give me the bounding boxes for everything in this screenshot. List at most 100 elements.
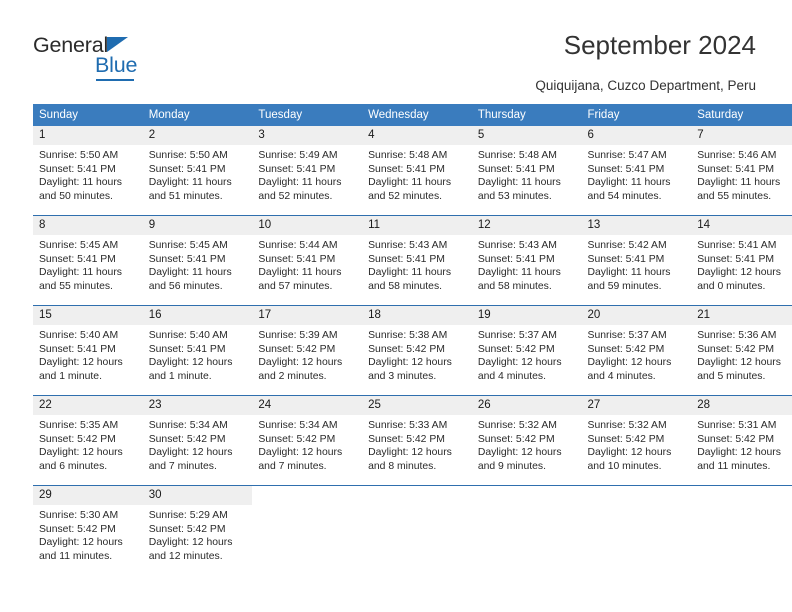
sunrise-text: Sunrise: 5:44 AM: [258, 240, 338, 251]
sunset-text: Sunset: 5:42 PM: [148, 523, 226, 535]
day-cell[interactable]: 24 Sunrise: 5:34 AM Sunset: 5:42 PM Dayl…: [252, 395, 363, 486]
page-subtitle: Quiquijana, Cuzco Department, Peru: [535, 78, 756, 93]
day-details: Sunrise: 5:34 AM Sunset: 5:42 PM Dayligh…: [143, 415, 253, 473]
daylight-text-line2: and 7 minutes.: [148, 460, 217, 472]
day-cell[interactable]: 14 Sunrise: 5:41 AM Sunset: 5:41 PM Dayl…: [691, 215, 792, 306]
day-cell[interactable]: 17 Sunrise: 5:39 AM Sunset: 5:42 PM Dayl…: [252, 305, 363, 396]
triangle-icon: [107, 37, 128, 52]
sunset-text: Sunset: 5:41 PM: [148, 343, 226, 355]
daylight-text-line1: Daylight: 12 hours: [258, 447, 343, 459]
day-details: Sunrise: 5:35 AM Sunset: 5:42 PM Dayligh…: [33, 415, 143, 473]
sunrise-text: Sunrise: 5:29 AM: [148, 510, 228, 521]
sunset-text: Sunset: 5:41 PM: [258, 253, 336, 265]
day-details: Sunrise: 5:36 AM Sunset: 5:42 PM Dayligh…: [691, 325, 792, 383]
sunrise-text: Sunrise: 5:37 AM: [587, 330, 667, 341]
daylight-text-line2: and 1 minute.: [39, 370, 102, 382]
calendar-week-row: 1 Sunrise: 5:50 AM Sunset: 5:41 PM Dayli…: [33, 126, 792, 216]
daylight-text-line2: and 52 minutes.: [368, 190, 443, 202]
day-cell[interactable]: 9 Sunrise: 5:45 AM Sunset: 5:41 PM Dayli…: [142, 215, 253, 306]
day-number: 4: [362, 126, 472, 145]
daylight-text-line2: and 52 minutes.: [258, 190, 333, 202]
daylight-text-line1: Daylight: 11 hours: [477, 177, 561, 189]
day-cell[interactable]: 8 Sunrise: 5:45 AM Sunset: 5:41 PM Dayli…: [33, 215, 143, 306]
sunrise-text: Sunrise: 5:50 AM: [39, 150, 119, 161]
day-number: 19: [471, 306, 582, 325]
day-number: 30: [142, 486, 253, 505]
day-number: 5: [471, 126, 582, 145]
day-cell-empty: [252, 485, 363, 575]
calendar-grid: Sunday Monday Tuesday Wednesday Thursday…: [33, 104, 792, 575]
sunrise-text: Sunrise: 5:33 AM: [368, 420, 448, 431]
day-cell[interactable]: 23 Sunrise: 5:34 AM Sunset: 5:42 PM Dayl…: [142, 395, 253, 486]
sunrise-text: Sunrise: 5:38 AM: [368, 330, 448, 341]
day-cell[interactable]: 30 Sunrise: 5:29 AM Sunset: 5:42 PM Dayl…: [142, 485, 253, 575]
day-cell[interactable]: 25 Sunrise: 5:33 AM Sunset: 5:42 PM Dayl…: [362, 395, 472, 486]
day-number: 28: [691, 396, 792, 415]
day-details: Sunrise: 5:32 AM Sunset: 5:42 PM Dayligh…: [472, 415, 582, 473]
day-cell[interactable]: 1 Sunrise: 5:50 AM Sunset: 5:41 PM Dayli…: [33, 126, 143, 216]
day-number: 18: [362, 306, 472, 325]
day-cell[interactable]: 7 Sunrise: 5:46 AM Sunset: 5:41 PM Dayli…: [691, 126, 792, 216]
sunset-text: Sunset: 5:41 PM: [148, 253, 226, 265]
sunrise-text: Sunrise: 5:41 AM: [697, 240, 777, 251]
day-cell[interactable]: 21 Sunrise: 5:36 AM Sunset: 5:42 PM Dayl…: [691, 305, 792, 396]
day-cell[interactable]: 13 Sunrise: 5:42 AM Sunset: 5:41 PM Dayl…: [581, 215, 692, 306]
day-cell[interactable]: 2 Sunrise: 5:50 AM Sunset: 5:41 PM Dayli…: [142, 126, 253, 216]
day-details: Sunrise: 5:30 AM Sunset: 5:42 PM Dayligh…: [33, 505, 143, 563]
daylight-text-line1: Daylight: 11 hours: [148, 267, 232, 279]
daylight-text-line1: Daylight: 12 hours: [368, 447, 452, 459]
day-cell[interactable]: 3 Sunrise: 5:49 AM Sunset: 5:41 PM Dayli…: [252, 126, 363, 216]
daylight-text-line2: and 55 minutes.: [39, 280, 113, 292]
day-cell[interactable]: 22 Sunrise: 5:35 AM Sunset: 5:42 PM Dayl…: [33, 395, 143, 486]
day-cell[interactable]: 5 Sunrise: 5:48 AM Sunset: 5:41 PM Dayli…: [471, 126, 582, 216]
day-cell[interactable]: 26 Sunrise: 5:32 AM Sunset: 5:42 PM Dayl…: [471, 395, 582, 486]
day-cell[interactable]: 18 Sunrise: 5:38 AM Sunset: 5:42 PM Dayl…: [362, 305, 472, 396]
day-cell[interactable]: 4 Sunrise: 5:48 AM Sunset: 5:41 PM Dayli…: [362, 126, 472, 216]
day-number: 3: [252, 126, 363, 145]
day-cell[interactable]: 19 Sunrise: 5:37 AM Sunset: 5:42 PM Dayl…: [471, 305, 582, 396]
sunrise-text: Sunrise: 5:45 AM: [39, 240, 119, 251]
day-cell[interactable]: 27 Sunrise: 5:32 AM Sunset: 5:42 PM Dayl…: [581, 395, 692, 486]
sunset-text: Sunset: 5:42 PM: [697, 433, 775, 445]
calendar-week-row: 29 Sunrise: 5:30 AM Sunset: 5:42 PM Dayl…: [33, 485, 792, 575]
sunrise-text: Sunrise: 5:48 AM: [368, 150, 448, 161]
day-number: 14: [691, 216, 792, 235]
daylight-text-line1: Daylight: 11 hours: [697, 177, 781, 189]
weekday-header-monday: Monday: [142, 104, 253, 126]
day-cell[interactable]: 20 Sunrise: 5:37 AM Sunset: 5:42 PM Dayl…: [581, 305, 692, 396]
day-cell[interactable]: 12 Sunrise: 5:43 AM Sunset: 5:41 PM Dayl…: [471, 215, 582, 306]
sunrise-text: Sunrise: 5:50 AM: [148, 150, 228, 161]
day-number: 22: [33, 396, 143, 415]
day-details: Sunrise: 5:48 AM Sunset: 5:41 PM Dayligh…: [362, 145, 472, 203]
day-cell[interactable]: 16 Sunrise: 5:40 AM Sunset: 5:41 PM Dayl…: [142, 305, 253, 396]
calendar-body: 1 Sunrise: 5:50 AM Sunset: 5:41 PM Dayli…: [33, 126, 792, 575]
day-details: Sunrise: 5:32 AM Sunset: 5:42 PM Dayligh…: [582, 415, 692, 473]
sunset-text: Sunset: 5:41 PM: [39, 343, 116, 355]
sunset-text: Sunset: 5:42 PM: [39, 433, 116, 445]
day-cell[interactable]: 29 Sunrise: 5:30 AM Sunset: 5:42 PM Dayl…: [33, 485, 143, 575]
day-cell[interactable]: 15 Sunrise: 5:40 AM Sunset: 5:41 PM Dayl…: [33, 305, 143, 396]
day-number: 24: [252, 396, 363, 415]
day-details: Sunrise: 5:37 AM Sunset: 5:42 PM Dayligh…: [472, 325, 582, 383]
day-number: 1: [33, 126, 143, 145]
daylight-text-line2: and 55 minutes.: [697, 190, 772, 202]
day-cell[interactable]: 11 Sunrise: 5:43 AM Sunset: 5:41 PM Dayl…: [362, 215, 472, 306]
sunset-text: Sunset: 5:41 PM: [258, 163, 336, 175]
calendar-week-row: 8 Sunrise: 5:45 AM Sunset: 5:41 PM Dayli…: [33, 215, 792, 306]
day-cell-empty: [471, 485, 582, 575]
daylight-text-line2: and 54 minutes.: [587, 190, 662, 202]
day-number: 13: [581, 216, 692, 235]
day-cell-empty: [362, 485, 472, 575]
general-blue-logo[interactable]: General Blue: [33, 33, 193, 81]
daylight-text-line1: Daylight: 12 hours: [148, 537, 233, 549]
sunset-text: Sunset: 5:41 PM: [697, 253, 775, 265]
calendar-page: General Blue September 2024 Quiquijana, …: [0, 0, 792, 612]
day-cell[interactable]: 6 Sunrise: 5:47 AM Sunset: 5:41 PM Dayli…: [581, 126, 692, 216]
day-details: Sunrise: 5:44 AM Sunset: 5:41 PM Dayligh…: [252, 235, 362, 293]
day-cell[interactable]: 28 Sunrise: 5:31 AM Sunset: 5:42 PM Dayl…: [691, 395, 792, 486]
daylight-text-line2: and 0 minutes.: [697, 280, 766, 292]
page-header: General Blue September 2024 Quiquijana, …: [0, 0, 792, 100]
day-number: [252, 486, 362, 505]
day-details: Sunrise: 5:40 AM Sunset: 5:41 PM Dayligh…: [143, 325, 253, 383]
day-cell[interactable]: 10 Sunrise: 5:44 AM Sunset: 5:41 PM Dayl…: [252, 215, 363, 306]
